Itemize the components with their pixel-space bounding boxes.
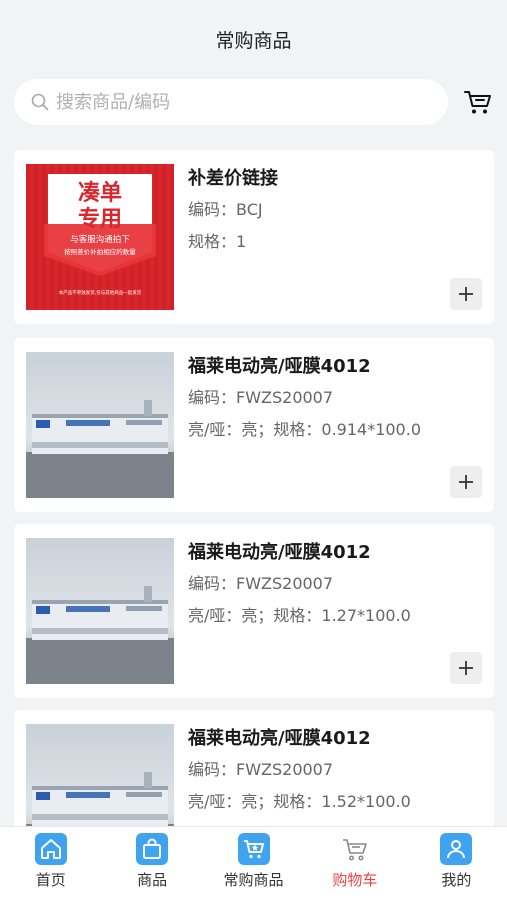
- product-spec: 规格：1: [188, 232, 247, 251]
- home-icon: [34, 833, 67, 865]
- svg-text:与客服沟通拍下: 与客服沟通拍下: [70, 234, 130, 245]
- product-photo-image: [26, 352, 174, 498]
- tab-label: 常购商品: [223, 871, 284, 889]
- product-name: 补差价链接: [188, 168, 278, 189]
- search-box[interactable]: [14, 79, 449, 125]
- product-spec: 亮/哑：亮；规格：1.52*100.0: [188, 792, 411, 811]
- search-input[interactable]: [56, 91, 416, 113]
- plus-icon: [459, 475, 473, 489]
- tab-profile[interactable]: 我的: [406, 827, 507, 900]
- product-info: 福莱电动亮/哑膜4012 编码：FWZS20007 亮/哑：亮；规格：1.52*…: [188, 724, 478, 818]
- tab-label: 商品: [137, 871, 168, 889]
- product-info: 福莱电动亮/哑膜4012 编码：FWZS20007 亮/哑：亮；规格：1.27*…: [188, 538, 478, 632]
- promo-banner-image: 凑单 专用 与客服沟通拍下 按照差价补拍相应的数量 本产品不单独发货,仅与其他商…: [26, 164, 174, 310]
- product-code: 编码：FWZS20007: [188, 574, 334, 593]
- tab-home[interactable]: 首页: [0, 827, 101, 900]
- svg-text:本产品不单独发货,仅与其他商品一起发货: 本产品不单独发货,仅与其他商品一起发货: [59, 289, 142, 296]
- user-icon: [440, 833, 473, 865]
- product-spec: 亮/哑：亮；规格：1.27*100.0: [188, 606, 411, 625]
- bag-icon: [136, 833, 169, 865]
- svg-text:按照差价补拍相应的数量: 按照差价补拍相应的数量: [64, 247, 136, 256]
- product-name: 福莱电动亮/哑膜4012: [188, 728, 371, 749]
- plus-icon: [459, 661, 473, 675]
- product-card[interactable]: 凑单 专用 与客服沟通拍下 按照差价补拍相应的数量 本产品不单独发货,仅与其他商…: [14, 150, 494, 324]
- product-photo-image: [26, 538, 174, 684]
- svg-text:凑单: 凑单: [78, 180, 122, 206]
- product-name: 福莱电动亮/哑膜4012: [188, 542, 371, 563]
- header: 常购商品: [0, 0, 507, 76]
- product-info: 补差价链接 编码：BCJ 规格：1: [188, 164, 478, 258]
- product-spec: 亮/哑：亮；规格：0.914*100.0: [188, 420, 422, 439]
- cart-button[interactable]: [462, 86, 494, 118]
- product-image: [26, 538, 174, 684]
- search-icon: [31, 93, 49, 111]
- product-info: 福莱电动亮/哑膜4012 编码：FWZS20007 亮/哑：亮；规格：0.914…: [188, 352, 478, 446]
- cart-icon: [339, 833, 371, 865]
- frequent-cart-icon: [237, 833, 270, 865]
- search-row: [14, 78, 494, 126]
- add-to-cart-button[interactable]: [450, 652, 482, 684]
- tab-label: 我的: [441, 871, 472, 889]
- add-to-cart-button[interactable]: [450, 466, 482, 498]
- product-code: 编码：FWZS20007: [188, 388, 334, 407]
- tab-products[interactable]: 商品: [101, 827, 202, 900]
- svg-text:专用: 专用: [78, 206, 122, 232]
- page-title: 常购商品: [215, 29, 292, 52]
- add-to-cart-button[interactable]: [450, 278, 482, 310]
- tab-label: 购物车: [332, 871, 378, 889]
- bottom-tab-bar: 首页 商品 常购商品 购物车 我的: [0, 826, 507, 900]
- product-image: 凑单 专用 与客服沟通拍下 按照差价补拍相应的数量 本产品不单独发货,仅与其他商…: [26, 164, 174, 310]
- product-code: 编码：FWZS20007: [188, 760, 334, 779]
- tab-frequent[interactable]: 常购商品: [203, 827, 304, 900]
- tab-label: 首页: [35, 871, 66, 889]
- tab-cart[interactable]: 购物车: [304, 827, 405, 900]
- cart-icon: [464, 91, 492, 114]
- product-card[interactable]: 福莱电动亮/哑膜4012 编码：FWZS20007 亮/哑：亮；规格：1.27*…: [14, 524, 494, 698]
- product-code: 编码：BCJ: [188, 200, 263, 219]
- product-name: 福莱电动亮/哑膜4012: [188, 356, 371, 377]
- product-image: [26, 352, 174, 498]
- product-card[interactable]: 福莱电动亮/哑膜4012 编码：FWZS20007 亮/哑：亮；规格：0.914…: [14, 338, 494, 512]
- plus-icon: [459, 287, 473, 301]
